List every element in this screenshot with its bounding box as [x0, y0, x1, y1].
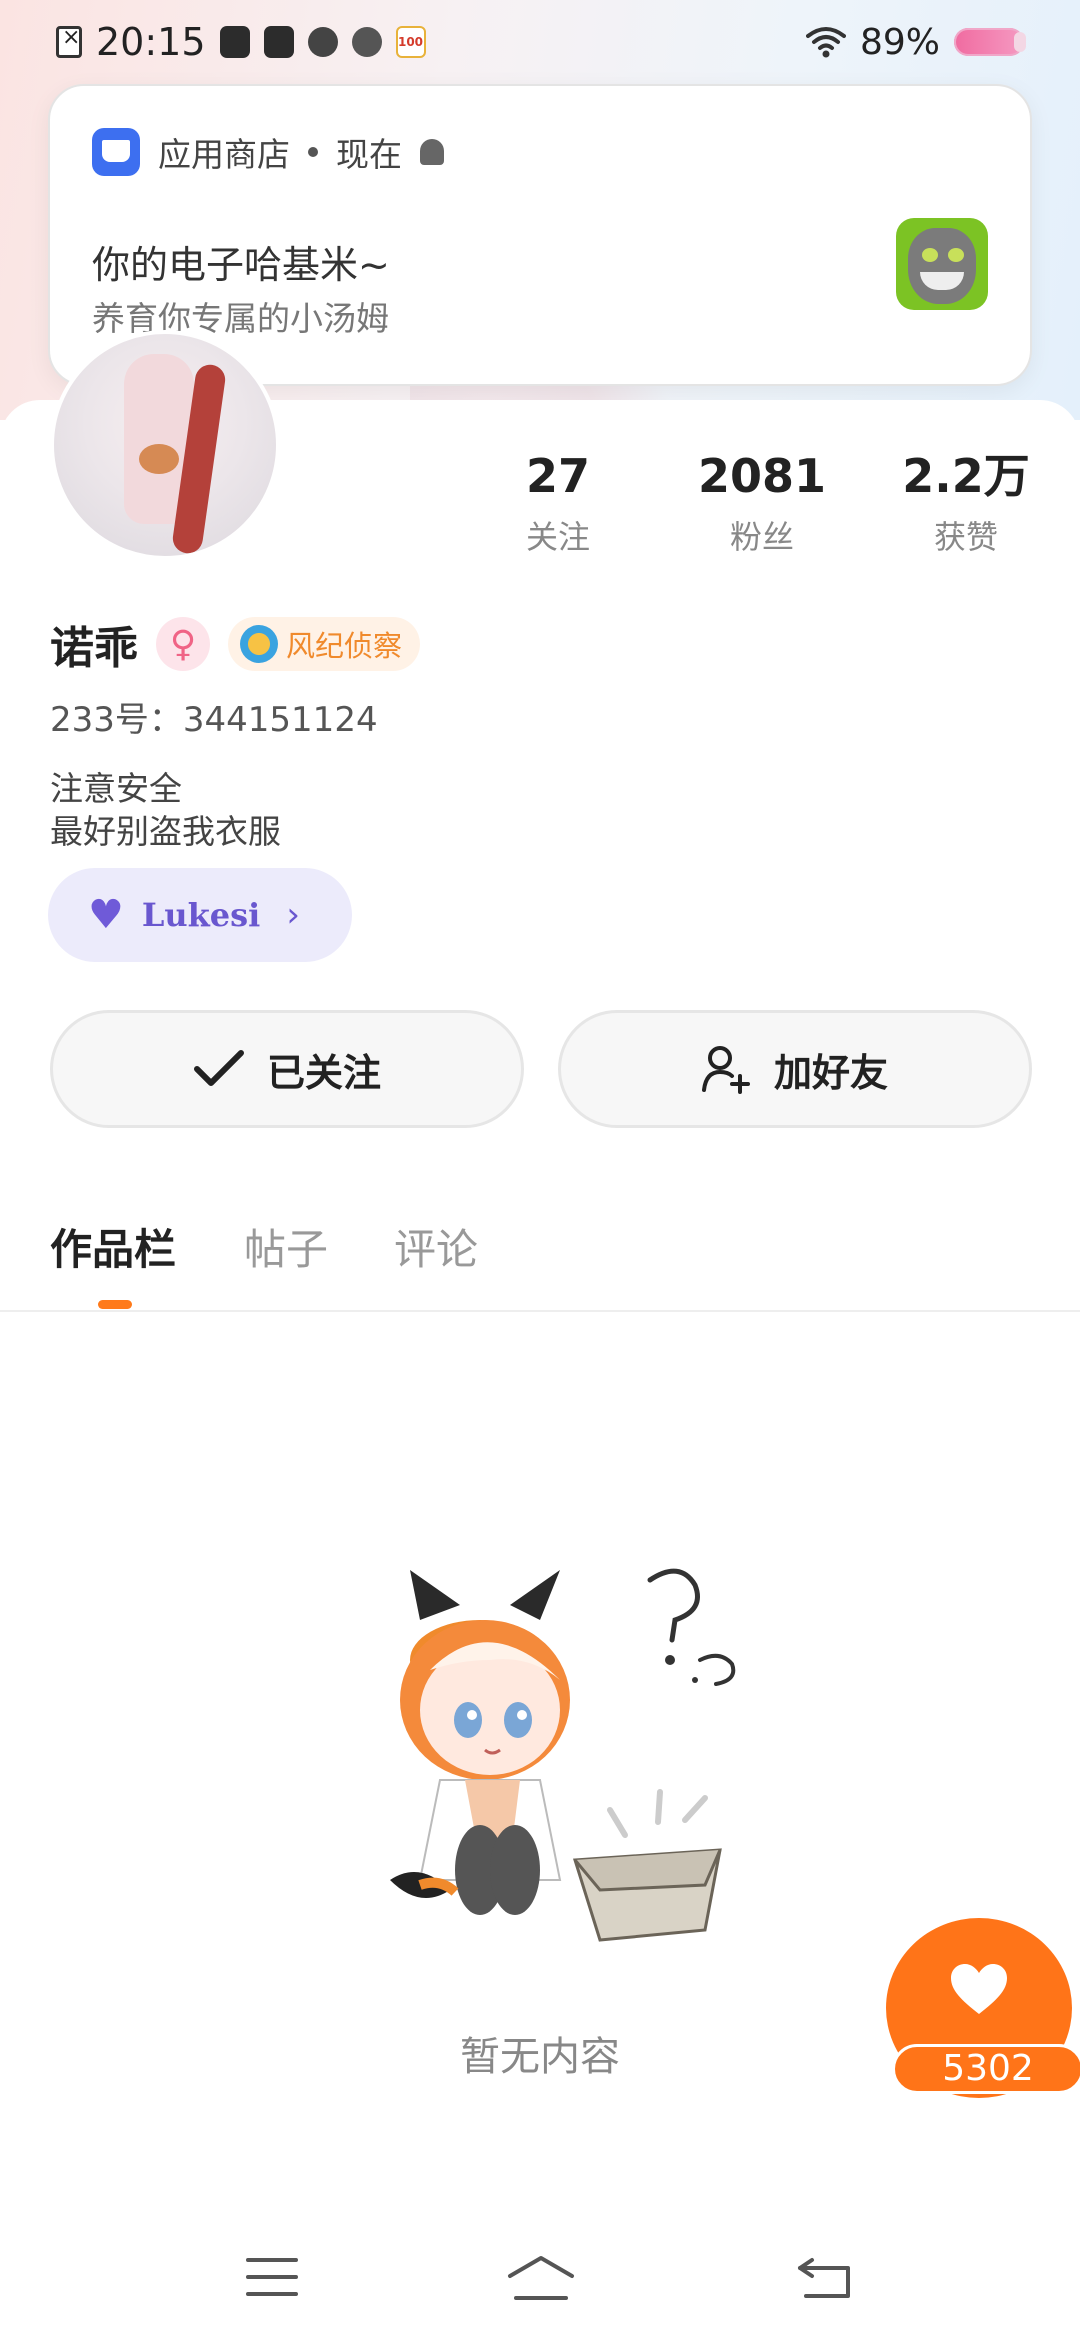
medal-icon — [240, 625, 278, 663]
check-icon — [193, 1050, 244, 1086]
app-notification-icon — [263, 26, 294, 58]
name-row: 诺乖 ♀ 风纪侦察 — [50, 612, 421, 676]
app-notification-icon — [351, 27, 382, 57]
menu-icon[interactable] — [244, 2254, 300, 2300]
bio-line: 最好别盗我衣服 — [50, 812, 281, 851]
stat-fans[interactable]: 2081 粉丝 — [682, 448, 842, 558]
add-user-icon — [701, 1046, 750, 1094]
battery-percent: 89% — [859, 21, 940, 63]
title-badge-label: 风纪侦察 — [286, 629, 403, 663]
app-notification-icon — [219, 26, 250, 58]
status-time: 20:15 — [96, 20, 206, 64]
like-floating-button[interactable]: 5302 — [886, 1918, 1080, 2098]
active-tab-indicator — [98, 1300, 132, 1309]
add-friend-button[interactable]: 加好友 — [558, 1010, 1032, 1128]
followed-button[interactable]: 已关注 — [50, 1010, 524, 1128]
likes-received-count: 2.2万 — [902, 449, 1030, 503]
user-id: 233号：344151124 — [50, 700, 378, 740]
guild-tag-label: Lukesi — [141, 896, 261, 934]
notification-app-name: 应用商店 — [158, 135, 290, 174]
avatar[interactable] — [50, 330, 280, 560]
file-error-icon — [56, 25, 82, 58]
tab-posts[interactable]: 帖子 — [244, 1216, 328, 1277]
tab-works[interactable]: 作品栏 — [50, 1216, 176, 1277]
following-count: 27 — [525, 449, 590, 503]
fans-count: 2081 — [697, 449, 827, 503]
separator-dot — [308, 147, 318, 157]
stat-following[interactable]: 27 关注 — [478, 448, 638, 558]
fans-label: 粉丝 — [729, 518, 794, 556]
hundred-app-icon: 100 — [395, 26, 426, 58]
back-icon[interactable] — [796, 2254, 852, 2300]
username: 诺乖 — [50, 623, 138, 674]
notification-title: 你的电子哈基米~ — [92, 243, 390, 287]
chevron-right-icon: › — [286, 895, 300, 935]
status-bar: 20:15 100 89% — [0, 0, 1080, 84]
heart-icon: ♥ — [88, 892, 124, 938]
empty-state-illustration — [390, 1568, 736, 1942]
system-navigation-bar — [0, 2220, 1080, 2340]
notification-time: 现在 — [336, 135, 402, 174]
followed-label: 已关注 — [266, 1050, 381, 1095]
following-label: 关注 — [525, 518, 590, 556]
home-icon[interactable] — [506, 2254, 576, 2302]
voice-app-icon — [307, 27, 338, 57]
title-badge[interactable]: 风纪侦察 — [228, 617, 421, 671]
tab-comments[interactable]: 评论 — [394, 1216, 478, 1277]
like-count: 5302 — [892, 2044, 1080, 2094]
divider — [0, 1310, 1080, 1312]
talking-tom-app-icon — [896, 218, 988, 310]
wifi-icon — [805, 26, 846, 58]
heart-icon — [951, 1964, 1007, 2014]
add-friend-label: 加好友 — [773, 1050, 888, 1095]
stat-likes[interactable]: 2.2万 获赞 — [886, 448, 1046, 558]
app-store-icon — [92, 128, 140, 176]
bio-line: 注意安全 — [50, 769, 182, 808]
guild-tag-button[interactable]: ♥ Lukesi › — [48, 868, 352, 962]
likes-received-label: 获赞 — [933, 518, 998, 556]
battery-icon — [954, 28, 1026, 56]
female-icon: ♀ — [156, 617, 210, 671]
bell-icon — [420, 139, 444, 165]
